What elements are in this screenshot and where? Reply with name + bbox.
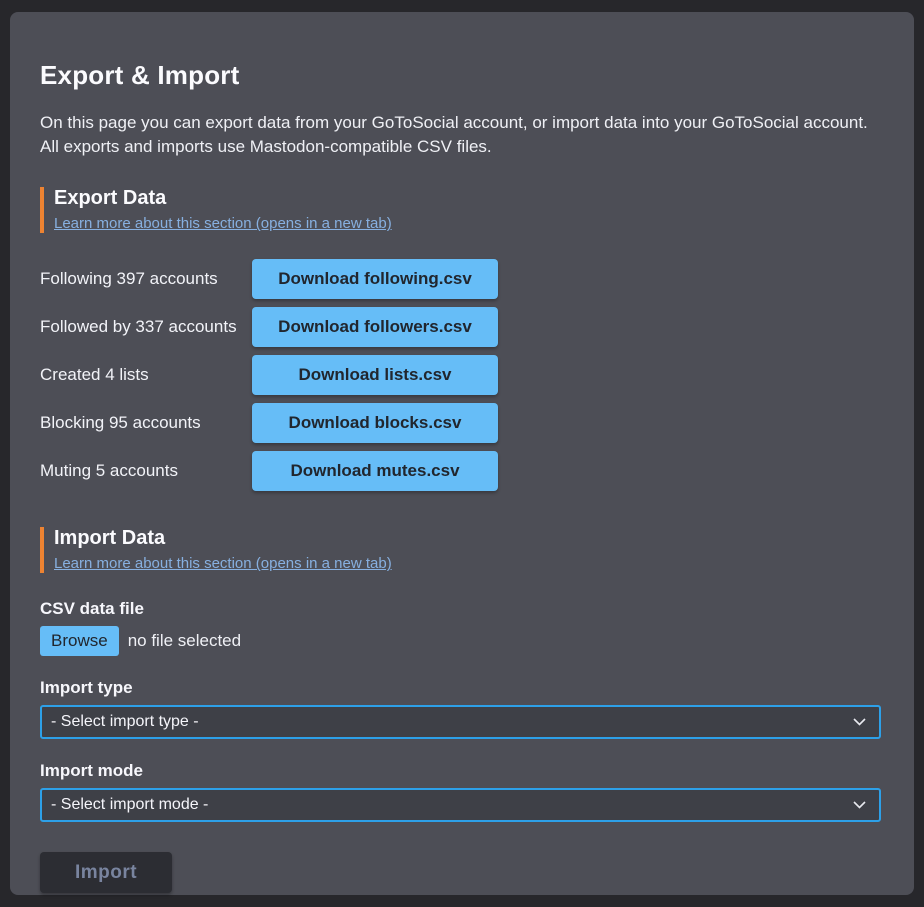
import-mode-label: Import mode (40, 761, 884, 781)
file-status-text: no file selected (128, 631, 241, 651)
export-row-label: Created 4 lists (40, 365, 252, 385)
export-section-header: Export Data Learn more about this sectio… (40, 187, 884, 233)
import-type-field: Import type - Select import type - (40, 678, 884, 739)
browse-button[interactable]: Browse (40, 626, 119, 656)
download-following-button[interactable]: Download following.csv (252, 259, 498, 299)
export-row-mutes: Muting 5 accounts Download mutes.csv (40, 451, 884, 491)
chevron-down-icon (853, 718, 866, 726)
download-lists-button[interactable]: Download lists.csv (252, 355, 498, 395)
download-blocks-button[interactable]: Download blocks.csv (252, 403, 498, 443)
export-row-label: Followed by 337 accounts (40, 317, 252, 337)
export-rows: Following 397 accounts Download followin… (40, 259, 884, 491)
import-mode-select[interactable]: - Select import mode - (40, 788, 881, 822)
import-section: Import Data Learn more about this sectio… (40, 527, 884, 893)
import-button[interactable]: Import (40, 852, 172, 893)
export-section-heading: Export Data (54, 187, 884, 210)
import-type-label: Import type (40, 678, 884, 698)
export-learn-more-link[interactable]: Learn more about this section (opens in … (54, 215, 392, 232)
export-row-lists: Created 4 lists Download lists.csv (40, 355, 884, 395)
file-input-row: Browse no file selected (40, 626, 884, 656)
download-followers-button[interactable]: Download followers.csv (252, 307, 498, 347)
export-row-label: Blocking 95 accounts (40, 413, 252, 433)
export-row-label: Muting 5 accounts (40, 461, 252, 481)
import-section-heading: Import Data (54, 527, 884, 550)
export-row-following: Following 397 accounts Download followin… (40, 259, 884, 299)
import-mode-field: Import mode - Select import mode - (40, 761, 884, 822)
csv-file-label: CSV data file (40, 599, 884, 619)
settings-panel: Export & Import On this page you can exp… (10, 12, 914, 895)
export-row-followers: Followed by 337 accounts Download follow… (40, 307, 884, 347)
import-mode-selected-value: - Select import mode - (51, 796, 208, 814)
import-learn-more-link[interactable]: Learn more about this section (opens in … (54, 555, 392, 572)
page-description: On this page you can export data from yo… (40, 111, 884, 159)
export-row-label: Following 397 accounts (40, 269, 252, 289)
import-section-header: Import Data Learn more about this sectio… (40, 527, 884, 573)
download-mutes-button[interactable]: Download mutes.csv (252, 451, 498, 491)
export-row-blocks: Blocking 95 accounts Download blocks.csv (40, 403, 884, 443)
import-type-selected-value: - Select import type - (51, 713, 199, 731)
import-type-select[interactable]: - Select import type - (40, 705, 881, 739)
export-section: Export Data Learn more about this sectio… (40, 187, 884, 491)
page-title: Export & Import (40, 60, 884, 91)
csv-file-field: CSV data file Browse no file selected (40, 599, 884, 656)
chevron-down-icon (853, 801, 866, 809)
